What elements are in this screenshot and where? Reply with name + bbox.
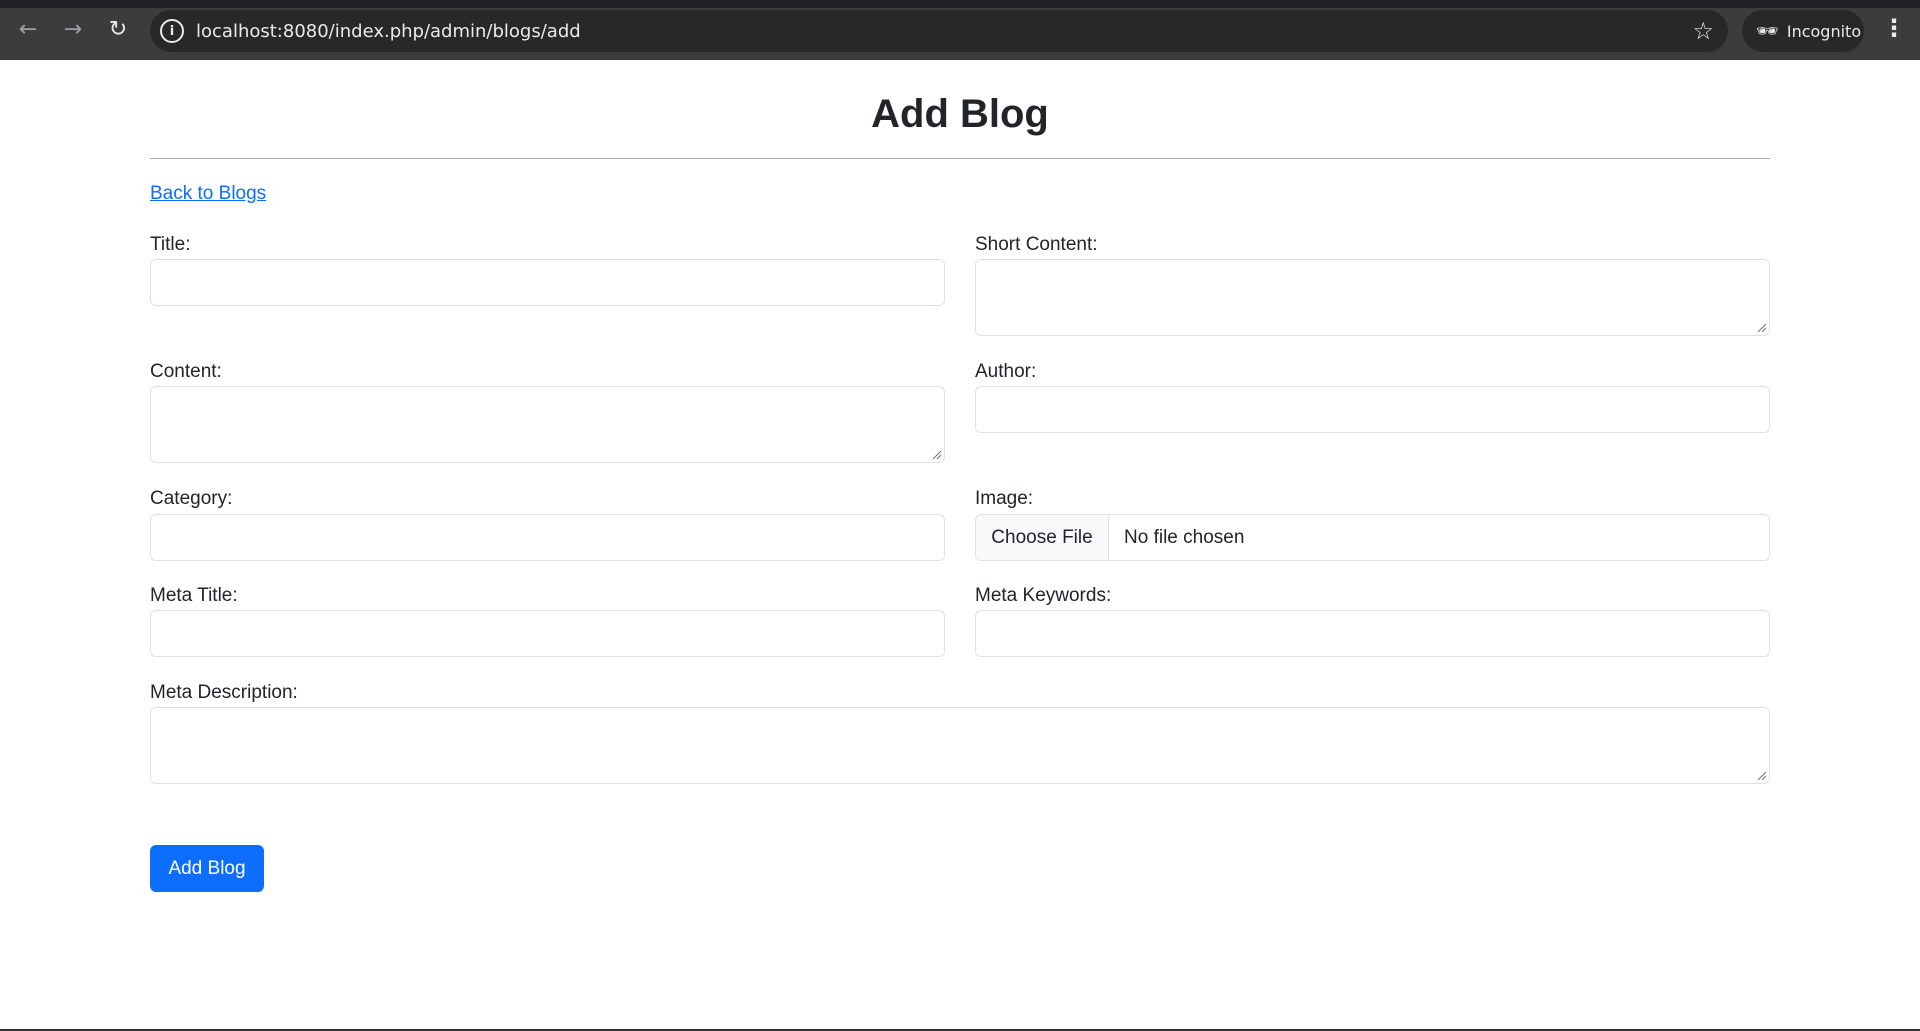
title-label: Title: xyxy=(150,234,191,255)
url-text[interactable]: localhost:8080/index.php/admin/blogs/add xyxy=(196,21,581,42)
reload-icon[interactable]: ↻ xyxy=(103,14,133,44)
short-content-textarea[interactable] xyxy=(975,259,1770,336)
author-input[interactable] xyxy=(975,386,1770,433)
incognito-indicator[interactable]: 🕶 Incognito xyxy=(1742,10,1864,52)
address-bar[interactable]: i localhost:8080/index.php/admin/blogs/a… xyxy=(150,10,1728,52)
meta-description-textarea[interactable] xyxy=(150,707,1770,784)
incognito-icon: 🕶 xyxy=(1756,20,1779,42)
category-input[interactable] xyxy=(150,514,945,561)
author-label: Author: xyxy=(975,361,1037,382)
back-to-blogs-link[interactable]: Back to Blogs xyxy=(150,183,266,205)
meta-keywords-label: Meta Keywords: xyxy=(975,585,1112,606)
forward-arrow-icon[interactable]: → xyxy=(58,14,88,44)
divider xyxy=(150,158,1770,159)
browser-toolbar: ← → ↻ i localhost:8080/index.php/admin/b… xyxy=(0,0,1920,60)
site-info-icon[interactable]: i xyxy=(160,19,184,43)
file-status-text: No file chosen xyxy=(1124,526,1245,548)
content-label: Content: xyxy=(150,361,222,382)
title-input[interactable] xyxy=(150,259,945,306)
category-label: Category: xyxy=(150,488,233,509)
bookmark-star-icon[interactable]: ☆ xyxy=(1692,17,1714,45)
image-label: Image: xyxy=(975,488,1034,509)
meta-description-label: Meta Description: xyxy=(150,682,298,703)
incognito-label: Incognito xyxy=(1786,21,1862,41)
meta-keywords-input[interactable] xyxy=(975,610,1770,657)
content-textarea[interactable] xyxy=(150,386,945,463)
more-menu-icon[interactable]: ⋮ xyxy=(1882,14,1906,44)
image-file-input[interactable]: Choose File No file chosen xyxy=(975,514,1770,561)
tab-strip xyxy=(0,0,1920,8)
choose-file-button[interactable]: Choose File xyxy=(976,515,1109,560)
back-arrow-icon[interactable]: ← xyxy=(13,14,43,44)
short-content-label: Short Content: xyxy=(975,234,1098,255)
meta-title-input[interactable] xyxy=(150,610,945,657)
page-title: Add Blog xyxy=(871,92,1049,136)
add-blog-button[interactable]: Add Blog xyxy=(150,845,264,892)
meta-title-label: Meta Title: xyxy=(150,585,238,606)
